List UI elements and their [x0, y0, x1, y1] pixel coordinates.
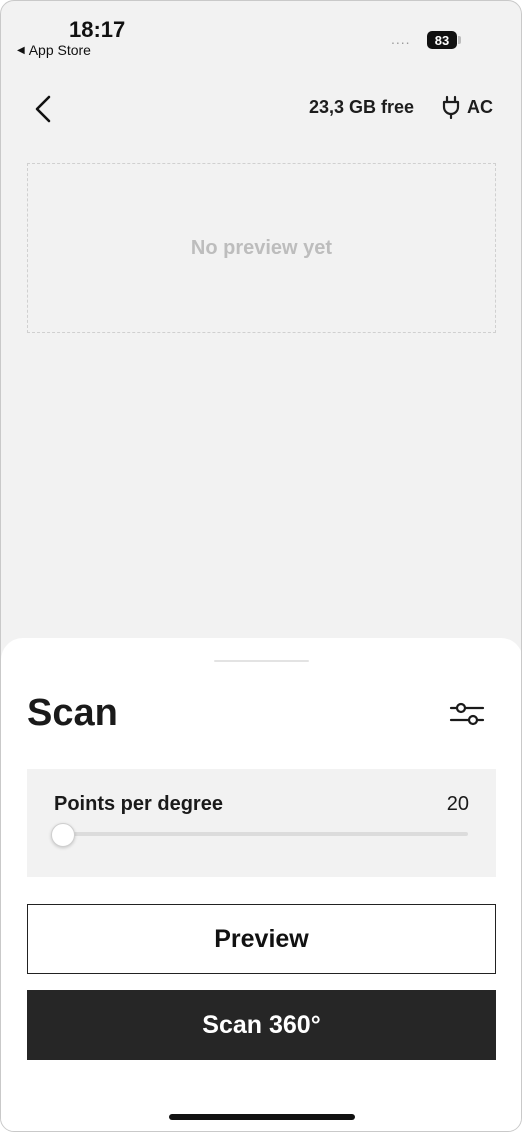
- scan-sheet: Scan Points per degree 20 Preview Scan 3…: [1, 638, 521, 1131]
- battery-tip: [458, 36, 461, 44]
- back-button[interactable]: [27, 91, 59, 127]
- preview-button[interactable]: Preview: [27, 904, 496, 974]
- scan-360-button[interactable]: Scan 360°: [27, 990, 496, 1060]
- sheet-title: Scan: [27, 692, 118, 734]
- power-status: AC: [441, 95, 493, 119]
- back-to-app-link[interactable]: ◀ App Store: [17, 42, 91, 58]
- points-per-degree-track[interactable]: [63, 832, 468, 836]
- chevron-left-icon: [35, 95, 51, 123]
- scan-360-button-label: Scan 360°: [202, 1010, 321, 1039]
- sheet-grabber[interactable]: [214, 660, 309, 662]
- status-time: 18:17: [69, 17, 126, 42]
- back-triangle-icon: ◀: [17, 44, 25, 56]
- home-indicator: [169, 1114, 355, 1120]
- settings-button[interactable]: [447, 696, 487, 732]
- points-per-degree-card: Points per degree 20: [27, 769, 496, 877]
- points-per-degree-label: Points per degree: [54, 793, 223, 815]
- app-screen: 18:17 ◀ App Store .... 83 23,3 GB free A…: [0, 0, 522, 1132]
- points-per-degree-thumb[interactable]: [51, 823, 75, 847]
- preview-placeholder: No preview yet: [27, 163, 496, 333]
- points-per-degree-value: 20: [446, 793, 469, 815]
- preview-placeholder-text: No preview yet: [190, 236, 333, 259]
- battery-icon: 83: [427, 31, 457, 49]
- sliders-icon: [449, 702, 485, 726]
- plug-icon: [442, 95, 460, 119]
- power-label: AC: [467, 96, 493, 117]
- storage-free-label: 23,3 GB free: [309, 97, 415, 117]
- battery-percent: 83: [434, 32, 450, 48]
- back-app-label: App Store: [28, 42, 91, 58]
- preview-button-label: Preview: [214, 924, 309, 953]
- signal-icon: ....: [391, 31, 411, 47]
